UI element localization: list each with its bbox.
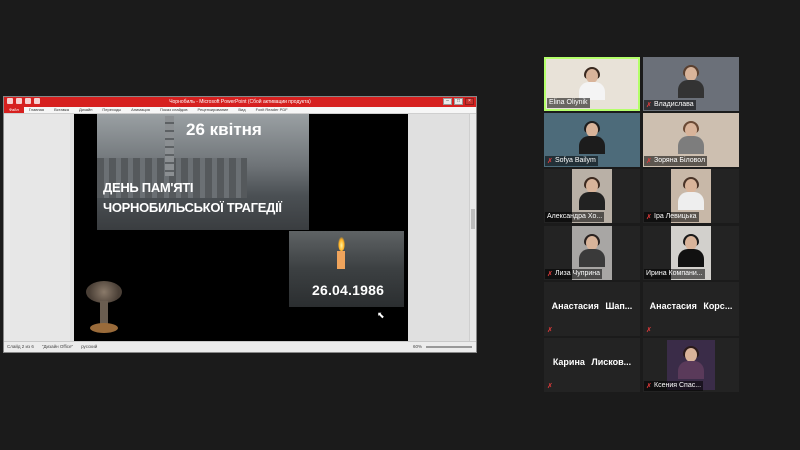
participant-tile[interactable]: Анастасия Шап... ✗	[544, 282, 640, 336]
participant-video	[678, 65, 704, 98]
participant-video	[678, 177, 704, 210]
mic-muted-icon: ✗	[646, 326, 652, 334]
powerpoint-window: Чорнобиль - Microsoft PowerPoint (Сбой а…	[3, 96, 477, 353]
mic-muted-icon: ✗	[547, 157, 553, 165]
participant-tile[interactable]: ✗ Зоряна Біловол	[643, 113, 739, 167]
participant-name: Ирина Компани...	[646, 270, 703, 277]
mushroom-cloud-base	[90, 323, 118, 333]
tab-transitions[interactable]: Переходы	[97, 107, 126, 113]
participant-tile[interactable]: ✗ Іра Левицька	[643, 169, 739, 223]
participant-nameplate: ✗	[545, 381, 555, 391]
tab-view[interactable]: Вид	[233, 107, 250, 113]
participant-name: Ксения Спас...	[654, 382, 702, 389]
status-bar: Слайд 2 из 6 "Дизайн Office" русский 60%	[4, 341, 476, 352]
participant-tile[interactable]: ✗ Sofya Bailym	[544, 113, 640, 167]
tab-animations[interactable]: Анимация	[126, 107, 155, 113]
slide-editing-area[interactable]: 26 квітня ДЕНЬ ПАМ'ЯТІ ЧОРНОБИЛЬСЬКОЇ ТР…	[70, 114, 472, 342]
participant-nameplate: ✗	[644, 325, 654, 335]
mic-muted-icon: ✗	[646, 382, 652, 390]
participant-tile[interactable]: Александра Хо...	[544, 169, 640, 223]
participant-name: Зоряна Біловол	[654, 157, 706, 164]
participant-tile[interactable]: Elina Oliynik	[544, 57, 640, 111]
participant-nameplate: Elina Oliynik	[547, 98, 590, 108]
participant-name-center: Карина Лисков...	[552, 357, 632, 367]
tab-insert[interactable]: Вставка	[49, 107, 74, 113]
mushroom-cloud-cap	[86, 281, 122, 303]
close-button[interactable]: ×	[465, 98, 474, 105]
current-slide[interactable]: 26 квітня ДЕНЬ ПАМ'ЯТІ ЧОРНОБИЛЬСЬКОЇ ТР…	[74, 114, 408, 341]
mic-muted-icon: ✗	[646, 101, 652, 109]
scrollbar-thumb[interactable]	[471, 209, 475, 229]
participant-nameplate: ✗ Sofya Bailym	[545, 156, 598, 166]
participant-video	[678, 121, 704, 154]
participant-tile[interactable]: Анастасия Корс... ✗	[643, 282, 739, 336]
participant-nameplate: ✗ Зоряна Біловол	[644, 156, 708, 166]
candle	[337, 251, 345, 269]
minimize-button[interactable]: –	[443, 98, 452, 105]
participant-name-center: Анастасия Корс...	[649, 301, 733, 311]
language-indicator[interactable]: русский	[81, 342, 97, 352]
participant-nameplate: Александра Хо...	[545, 212, 605, 222]
participant-video	[579, 121, 605, 154]
participant-tile[interactable]: Карина Лисков... ✗	[544, 338, 640, 392]
tab-design[interactable]: Дизайн	[74, 107, 97, 113]
participant-name: Іра Левицька	[654, 213, 697, 220]
participant-avatar	[678, 346, 704, 379]
candle-flame	[338, 237, 345, 251]
chernobyl-plant-photo: 26 квітня ДЕНЬ ПАМ'ЯТІ ЧОРНОБИЛЬСЬКОЇ ТР…	[97, 114, 309, 230]
theme-name: "Дизайн Office"	[41, 344, 74, 349]
zoom-slider[interactable]	[426, 346, 472, 348]
participant-nameplate: ✗ Іра Левицька	[644, 212, 699, 222]
participant-video	[678, 234, 704, 267]
participant-nameplate: ✗ Лиза Чуприна	[545, 269, 603, 279]
participant-name-center: Анастасия Шап...	[551, 301, 633, 311]
slide-heading-date: 26 квітня	[186, 120, 262, 139]
slide-title-line2: ЧОРНОБИЛЬСЬКОЇ ТРАГЕДІЇ	[103, 200, 282, 215]
window-controls: – □ ×	[443, 98, 474, 105]
mic-muted-icon: ✗	[547, 326, 553, 334]
slide-counter: Слайд 2 из 6	[7, 344, 34, 349]
participant-name: Elina Oliynik	[549, 99, 588, 106]
candle-photo: 26.04.1986	[289, 231, 404, 307]
participant-tile[interactable]: ✗ Лиза Чуприна	[544, 226, 640, 280]
mic-muted-icon: ✗	[547, 382, 553, 390]
tab-review[interactable]: Рецензирование	[193, 107, 234, 113]
mic-muted-icon: ✗	[547, 270, 553, 278]
tab-foxit[interactable]: Foxit Reader PDF	[251, 107, 293, 113]
mic-muted-icon: ✗	[646, 157, 652, 165]
maximize-button[interactable]: □	[454, 98, 463, 105]
participant-video	[579, 234, 605, 267]
participant-tile[interactable]: Ирина Компани...	[643, 226, 739, 280]
ventilation-stack	[165, 116, 174, 176]
participant-nameplate: ✗	[545, 325, 555, 335]
participant-name: Sofya Bailym	[555, 157, 596, 164]
participant-nameplate: ✗ Владислава	[644, 100, 696, 110]
ribbon-tabs: Файл Главная Вставка Дизайн Переходы Ани…	[4, 107, 476, 114]
slide-title: ДЕНЬ ПАМ'ЯТІ ЧОРНОБИЛЬСЬКОЇ ТРАГЕДІЇ	[103, 178, 282, 218]
tab-slideshow[interactable]: Показ слайдов	[155, 107, 193, 113]
zoom-level[interactable]: 60%	[413, 342, 422, 352]
vertical-scrollbar[interactable]	[469, 114, 476, 342]
participant-nameplate: Ирина Компани...	[644, 269, 705, 279]
participant-tile[interactable]: ✗ Ксения Спас...	[643, 338, 739, 392]
participant-name: Александра Хо...	[547, 213, 603, 220]
participant-name: Лиза Чуприна	[555, 270, 601, 277]
slide-title-line1: ДЕНЬ ПАМ'ЯТІ	[103, 180, 194, 195]
mic-muted-icon: ✗	[646, 213, 652, 221]
participant-nameplate: ✗ Ксения Спас...	[644, 381, 704, 391]
photo-date: 26.04.1986	[312, 282, 385, 298]
participant-name: Владислава	[654, 101, 694, 108]
mouse-cursor-icon: ⬉	[377, 310, 385, 320]
slide-thumbnails-pane[interactable]	[4, 114, 71, 342]
powerpoint-titlebar: Чорнобиль - Microsoft PowerPoint (Сбой а…	[4, 97, 476, 107]
tab-home[interactable]: Главная	[24, 107, 49, 113]
participant-tile[interactable]: ✗ Владислава	[643, 57, 739, 111]
window-title: Чорнобиль - Microsoft PowerPoint (Сбой а…	[169, 99, 311, 105]
participant-video	[579, 177, 605, 210]
mushroom-cloud-image	[84, 281, 124, 339]
participant-video	[579, 67, 605, 100]
tab-file[interactable]: Файл	[4, 107, 24, 113]
